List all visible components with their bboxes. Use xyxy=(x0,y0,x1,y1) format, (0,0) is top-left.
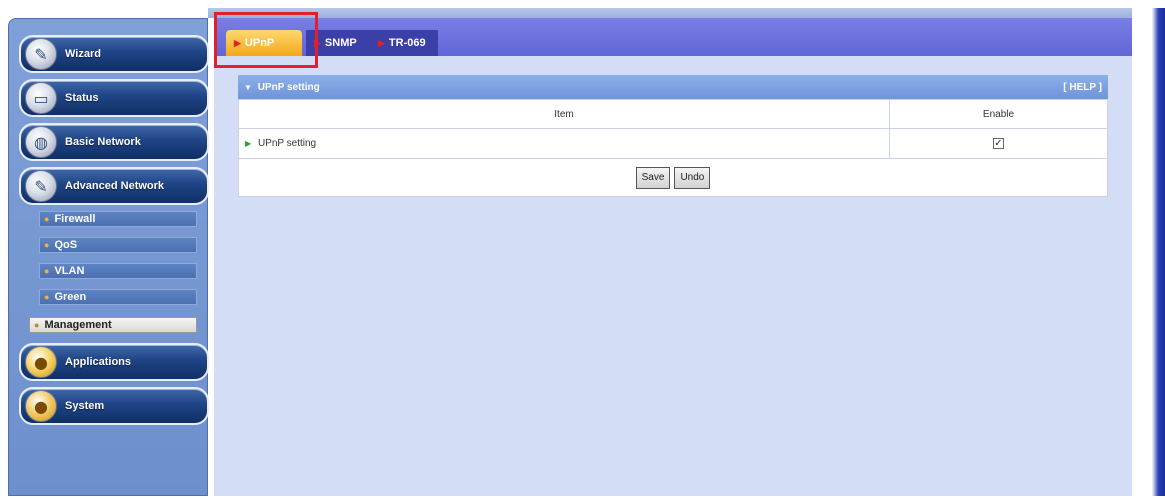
button-row: Save Undo xyxy=(238,159,1108,197)
window-bottom-border xyxy=(0,496,1165,500)
row-enable-cell: ✓ xyxy=(889,128,1108,159)
sidebar-subitem-green[interactable]: ● Green xyxy=(39,289,197,305)
main-content: ▶ UPnP ▶ SNMP ▶ TR-069 ▼ UPnP setting [ … xyxy=(214,12,1132,496)
table-row: ▶ UPnP setting ✓ xyxy=(238,128,1108,159)
sidebar-item-wizard[interactable]: ✎ Wizard xyxy=(19,35,209,73)
sidebar-subitem-qos[interactable]: ● QoS xyxy=(39,237,197,253)
panel-header: ▼ UPnP setting [ HELP ] xyxy=(238,75,1108,99)
wrench-icon: ✎ xyxy=(25,170,57,202)
bullet-icon: ▶ xyxy=(245,139,252,148)
arrow-icon: ▶ xyxy=(314,37,321,48)
monitor-icon: ▭ xyxy=(25,82,57,114)
tab-bar: ▶ UPnP ▶ SNMP ▶ TR-069 xyxy=(214,12,1132,68)
applications-icon: ● xyxy=(25,346,57,378)
sidebar-subitem-label: Green xyxy=(54,291,87,303)
sidebar-item-label: Applications xyxy=(65,356,132,368)
sidebar-item-status[interactable]: ▭ Status xyxy=(19,79,209,117)
bullet-icon: ● xyxy=(44,292,50,302)
top-strip xyxy=(208,8,1132,18)
sidebar-item-advanced-network[interactable]: ✎ Advanced Network xyxy=(19,167,209,205)
arrow-icon: ▶ xyxy=(378,37,385,48)
bullet-icon: ● xyxy=(44,240,50,250)
tab-label: TR-069 xyxy=(388,37,426,49)
sidebar-subitem-label: Firewall xyxy=(54,213,96,225)
sidebar-subitem-management[interactable]: ● Management xyxy=(29,317,197,333)
row-label-text: UPnP setting xyxy=(257,138,317,149)
column-header-enable: Enable xyxy=(889,99,1108,129)
bullet-icon: ● xyxy=(34,320,40,330)
globe-icon: ◍ xyxy=(25,126,57,158)
system-icon: ● xyxy=(25,390,57,422)
sidebar-item-label: System xyxy=(65,400,105,412)
undo-button[interactable]: Undo xyxy=(674,166,711,189)
sidebar-item-label: Status xyxy=(65,92,99,104)
sidebar-item-label: Wizard xyxy=(65,48,101,60)
panel-title-text: UPnP setting xyxy=(257,81,320,93)
settings-table: Item Enable ▶ UPnP setting ✓ xyxy=(238,99,1108,159)
arrow-icon: ▶ xyxy=(234,37,241,48)
row-label: ▶ UPnP setting xyxy=(238,128,890,159)
tab-upnp[interactable]: ▶ UPnP xyxy=(226,30,302,56)
sidebar-subitem-label: QoS xyxy=(54,239,78,251)
sidebar-subitem-firewall[interactable]: ● Firewall xyxy=(39,211,197,227)
help-link[interactable]: [ HELP ] xyxy=(1063,82,1102,93)
sidebar-subitem-label: Management xyxy=(44,319,112,331)
sidebar-item-basic-network[interactable]: ◍ Basic Network xyxy=(19,123,209,161)
window-right-border xyxy=(1132,8,1165,500)
bullet-icon: ● xyxy=(44,266,50,276)
sidebar: ✎ Wizard ▭ Status ◍ Basic Network ✎ Adva… xyxy=(8,18,209,496)
tab-snmp[interactable]: ▶ SNMP xyxy=(306,30,370,56)
table-header-row: Item Enable xyxy=(238,99,1108,129)
upnp-setting-panel: ▼ UPnP setting [ HELP ] Item Enable ▶ UP… xyxy=(238,75,1108,197)
bullet-icon: ● xyxy=(44,214,50,224)
sidebar-item-label: Basic Network xyxy=(65,136,141,148)
tab-label: SNMP xyxy=(324,37,357,49)
wrench-icon: ✎ xyxy=(25,38,57,70)
sidebar-item-applications[interactable]: ● Applications xyxy=(19,343,209,381)
sidebar-subitem-label: VLAN xyxy=(54,265,85,277)
upnp-enable-checkbox[interactable]: ✓ xyxy=(993,138,1004,149)
triangle-down-icon: ▼ xyxy=(244,82,252,92)
panel-title: ▼ UPnP setting xyxy=(244,82,320,93)
column-header-item: Item xyxy=(238,99,890,129)
sidebar-item-system[interactable]: ● System xyxy=(19,387,209,425)
tab-label: UPnP xyxy=(244,37,275,49)
tab-tr069[interactable]: ▶ TR-069 xyxy=(370,30,438,56)
sidebar-subitem-vlan[interactable]: ● VLAN xyxy=(39,263,197,279)
window-top-border xyxy=(0,0,1165,8)
sidebar-item-label: Advanced Network xyxy=(65,180,165,192)
save-button[interactable]: Save xyxy=(635,166,671,189)
